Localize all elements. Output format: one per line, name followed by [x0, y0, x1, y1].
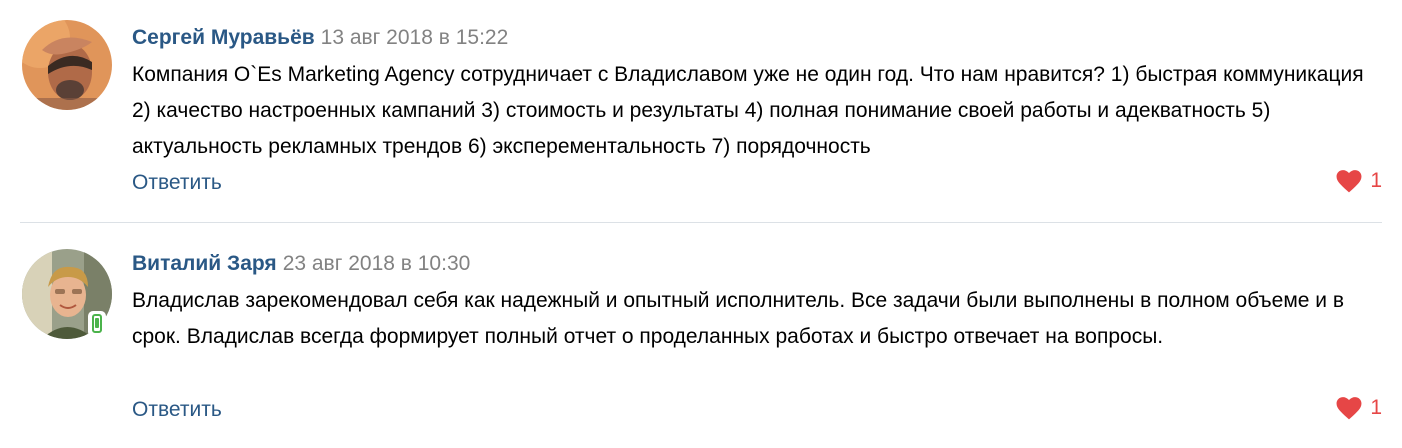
comment-item: Виталий Заря 23 авг 2018 в 10:30 Владисла…: [20, 223, 1382, 448]
reply-button[interactable]: Ответить: [132, 396, 222, 424]
heart-icon: [1336, 397, 1362, 420]
like-button[interactable]: 1: [1336, 394, 1382, 422]
online-mobile-badge: [88, 311, 106, 337]
reply-button[interactable]: Ответить: [132, 169, 222, 197]
mobile-phone-icon: [92, 314, 102, 333]
author-name[interactable]: Сергей Муравьёв: [132, 26, 315, 49]
comment-date[interactable]: 23 авг 2018 в 10:30: [283, 252, 471, 275]
comment-text: Компания O`Es Marketing Agency сотруднич…: [132, 63, 1364, 158]
comment-item: Сергей Муравьёв 13 авг 2018 в 15:22 Компа…: [20, 0, 1382, 222]
avatar[interactable]: [22, 20, 112, 110]
heart-icon: [1336, 170, 1362, 193]
comment-text: Владислав зарекомендовал себя как надежн…: [132, 289, 1345, 348]
comment-header: Сергей Муравьёв 13 авг 2018 в 15:22: [132, 24, 508, 52]
like-button[interactable]: 1: [1336, 167, 1382, 195]
like-count: 1: [1370, 396, 1382, 419]
avatar-image: [22, 20, 112, 110]
author-name[interactable]: Виталий Заря: [132, 252, 277, 275]
like-count: 1: [1370, 169, 1382, 192]
comment-date[interactable]: 13 авг 2018 в 15:22: [321, 26, 509, 49]
comment-header: Виталий Заря 23 авг 2018 в 10:30: [132, 250, 470, 278]
